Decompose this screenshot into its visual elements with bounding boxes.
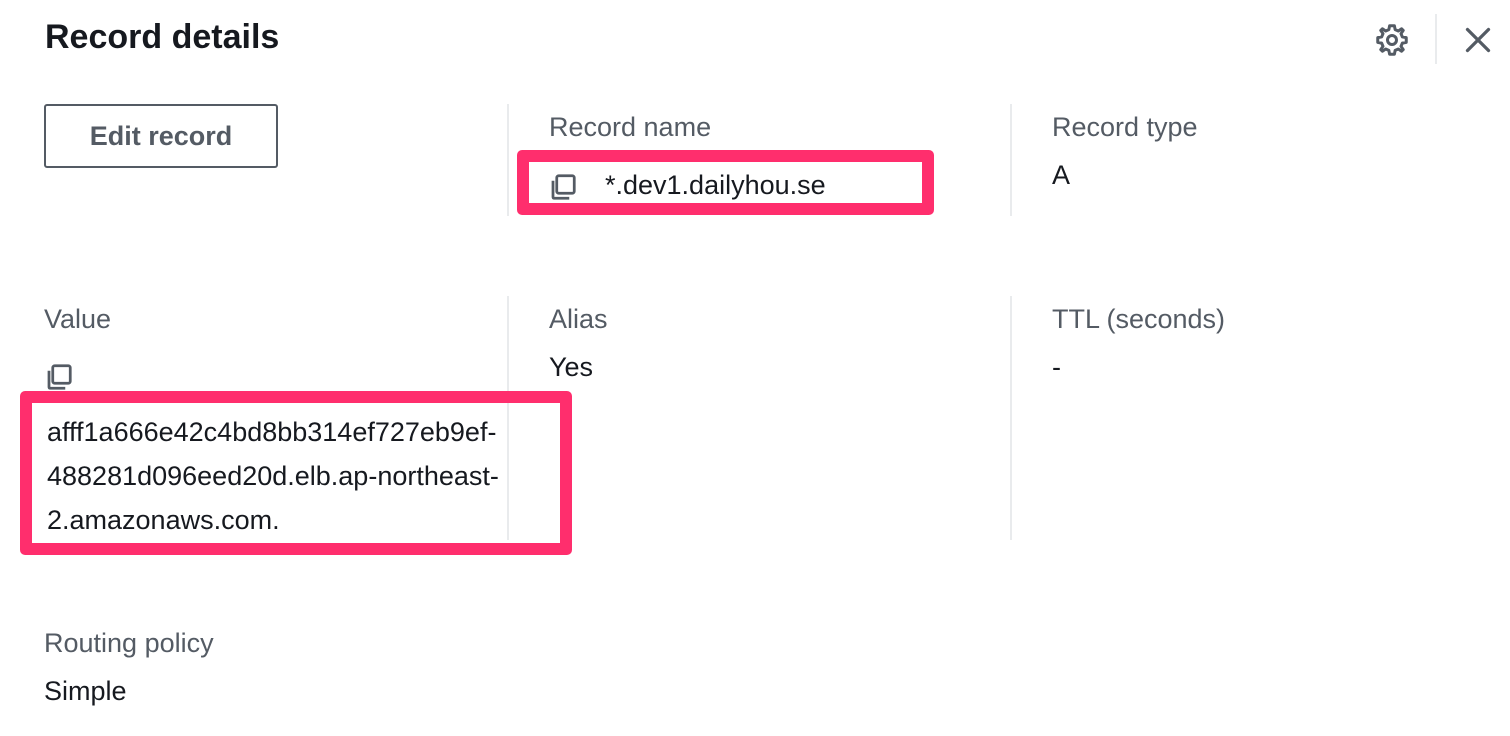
copy-icon (47, 364, 72, 390)
alias-value: Yes (549, 352, 594, 382)
value-line: 2.amazonaws.com. (47, 505, 280, 535)
close-button[interactable] (1460, 22, 1496, 58)
gear-icon (1376, 24, 1408, 56)
column-divider (1010, 296, 1012, 540)
record-name-label: Record name (549, 112, 712, 142)
column-divider (1010, 104, 1012, 216)
record-name-copy-button[interactable] (548, 172, 578, 202)
routing-policy-value: Simple (44, 676, 127, 706)
ttl-label: TTL (seconds) (1052, 304, 1226, 334)
settings-button[interactable] (1374, 22, 1410, 58)
value-copy-button[interactable] (44, 362, 74, 392)
value-line: 488281d096eed20d.elb.ap-northeast- (47, 461, 499, 491)
edit-record-button[interactable]: Edit record (44, 104, 278, 168)
value-text: afff1a666e42c4bd8bb314ef727eb9ef- 488281… (47, 410, 499, 542)
routing-policy-label: Routing policy (44, 628, 214, 658)
value-line: afff1a666e42c4bd8bb314ef727eb9ef- (47, 417, 497, 447)
record-name-value: *.dev1.dailyhou.se (605, 170, 826, 200)
close-icon (1465, 27, 1491, 53)
column-divider (507, 104, 509, 216)
record-type-label: Record type (1052, 112, 1198, 142)
value-label: Value (44, 304, 112, 334)
ttl-value: - (1052, 352, 1061, 382)
header-divider (1435, 14, 1437, 64)
alias-label: Alias (549, 304, 608, 334)
copy-icon (551, 174, 576, 200)
page-title: Record details (45, 18, 280, 56)
record-type-value: A (1052, 160, 1071, 190)
